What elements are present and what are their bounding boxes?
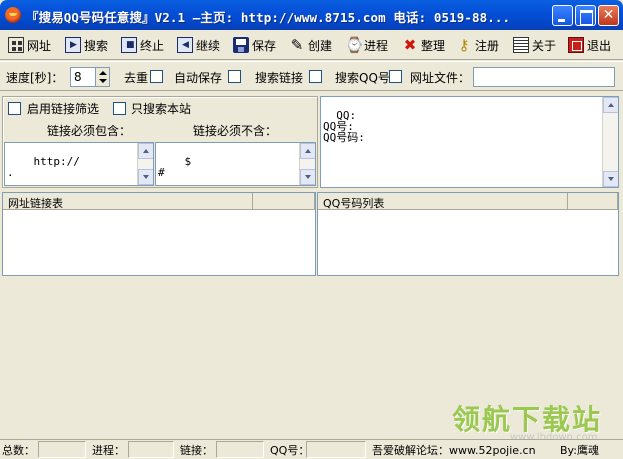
resume-icon: ◀ [177,37,193,53]
url-list-header-extra[interactable] [253,193,315,210]
toolbar-url-button[interactable]: 网址 [8,34,51,56]
about-icon [513,37,529,53]
must-not-contain-text: $ # [158,155,192,179]
toolbar-label: 整理 [421,38,446,53]
qq-keywords-text: QQ: QQ号: QQ号码: [323,109,365,144]
vertical-scrollbar[interactable] [602,97,618,187]
total-label: 总数： [2,444,35,457]
toolbar-search-button[interactable]: ▶ 搜索 [65,34,108,56]
autosave-label: 自动保存 [174,71,223,85]
forum-text: 吾爱破解论坛：www.52pojie.cn [372,444,536,457]
qq-keywords-textarea[interactable]: QQ: QQ号: QQ号码: [320,96,619,188]
vertical-scrollbar[interactable] [299,143,315,185]
toolbar-register-button[interactable]: ⚷ 注册 [456,34,500,56]
save-icon [233,37,249,53]
toolbar-label: 终止 [140,38,165,53]
url-list-header[interactable]: 网址链接表 [3,193,253,210]
options-row: 速度[秒]： 8 去重 自动保存 搜索链接 搜索QQ号 网址文件： [0,61,623,91]
qq-label: QQ号： [270,444,310,457]
toolbar: 网址 ▶ 搜索 ■ 终止 ◀ 继续 保存 ✎ 创建 ⌚ 进程 ✖ 整理 ⚷ 注册… [0,30,623,60]
author-text: By:鹰魂 [560,444,599,457]
exit-icon [568,37,584,53]
toolbar-label: 搜索 [84,38,109,53]
qq-number-list[interactable]: QQ号码列表 [317,192,619,276]
must-contain-text: http:// . [7,155,80,179]
title-bar[interactable]: 『搜易QQ号码任意搜』V2.1 —主页: http://www.8715.com… [0,0,623,30]
toolbar-organize-button[interactable]: ✖ 整理 [402,34,445,56]
toolbar-about-button[interactable]: 关于 [513,34,556,56]
toolbar-exit-button[interactable]: 退出 [568,34,611,56]
qq-list-header[interactable]: QQ号码列表 [318,193,568,210]
x-icon: ✖ [403,36,417,54]
link-label: 链接： [180,444,213,457]
must-contain-label: 链接必须包含： [47,124,132,138]
toolbar-process-button[interactable]: ⌚ 进程 [345,34,388,56]
stop-icon: ■ [121,37,137,53]
toolbar-label: 网址 [27,38,52,53]
url-file-input[interactable] [473,67,615,87]
toolbar-stop-button[interactable]: ■ 终止 [121,34,164,56]
search-qq-label: 搜索QQ号 [335,71,390,85]
maximize-button[interactable] [575,5,596,26]
vertical-scrollbar[interactable] [137,143,153,185]
create-icon: ✎ [290,36,304,54]
process-label: 进程： [92,444,125,457]
process-value-field [128,441,174,458]
enable-filter-checkbox[interactable] [8,102,21,115]
qq-value-field [306,441,366,458]
minimize-icon [553,6,572,25]
close-button[interactable]: ✕ [598,5,619,26]
scroll-down-icon[interactable] [603,171,618,187]
must-not-contain-label: 链接必须不含： [193,124,278,138]
close-icon: ✕ [602,7,615,23]
toolbar-label: 创建 [308,38,333,53]
toolbar-resume-button[interactable]: ◀ 继续 [177,34,220,56]
search-links-checkbox[interactable] [309,70,322,83]
speed-label: 速度[秒]： [6,71,64,85]
speed-spinner[interactable]: 8 [70,67,110,87]
link-filter-panel: 启用链接筛选 只搜索本站 链接必须包含： 链接必须不含： http:// . $… [2,96,318,188]
scroll-up-icon[interactable] [603,97,618,113]
play-icon: ▶ [65,37,81,53]
qq-list-header-extra[interactable] [568,193,618,210]
grid-icon [8,37,24,53]
toolbar-label: 注册 [475,38,500,53]
total-value-field [38,441,86,458]
search-qq-checkbox[interactable] [389,70,402,83]
scroll-down-icon[interactable] [300,169,315,185]
must-not-contain-textarea[interactable]: $ # [155,142,316,186]
enable-filter-label: 启用链接筛选 [27,102,100,116]
site-only-checkbox[interactable] [113,102,126,115]
spinner-arrows-icon[interactable] [95,68,109,86]
maximize-icon [576,6,595,25]
dedupe-checkbox[interactable] [150,70,163,83]
url-link-list[interactable]: 网址链接表 [2,192,316,276]
scroll-up-icon[interactable] [300,143,315,159]
status-bar: 总数： 进程： 链接： QQ号： 吾爱破解论坛：www.52pojie.cn B… [0,439,623,459]
dedupe-label: 去重 [124,71,149,85]
toolbar-create-button[interactable]: ✎ 创建 [289,34,332,56]
toolbar-save-button[interactable]: 保存 [233,34,276,56]
minimize-button[interactable] [552,5,573,26]
scroll-down-icon[interactable] [138,169,153,185]
process-icon: ⌚ [345,36,364,54]
autosave-checkbox[interactable] [228,70,241,83]
window-title: 『搜易QQ号码任意搜』V2.1 —主页: http://www.8715.com… [26,10,511,25]
site-only-label: 只搜索本站 [131,102,192,116]
scroll-up-icon[interactable] [138,143,153,159]
toolbar-label: 保存 [252,38,277,53]
speed-value: 8 [74,70,82,84]
toolbar-label: 关于 [532,38,557,53]
toolbar-label: 继续 [196,38,221,53]
toolbar-label: 退出 [587,38,612,53]
search-links-label: 搜索链接 [255,71,304,85]
must-contain-textarea[interactable]: http:// . [4,142,154,186]
app-logo-icon [5,7,21,23]
key-icon: ⚷ [458,36,470,54]
toolbar-label: 进程 [364,38,389,53]
link-value-field [216,441,264,458]
url-file-label: 网址文件： [410,71,471,85]
